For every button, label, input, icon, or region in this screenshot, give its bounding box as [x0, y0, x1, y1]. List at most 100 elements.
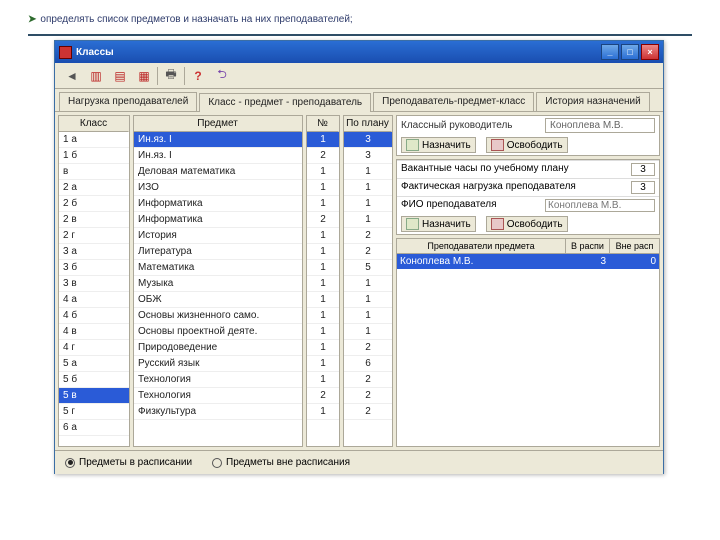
subject-plan: 6 [344, 356, 392, 372]
subject-row[interactable]: Информатика [134, 196, 302, 212]
assign-class-teacher-button[interactable]: Назначить [401, 137, 476, 153]
subject-row[interactable]: ИЗО [134, 180, 302, 196]
minimize-button[interactable]: _ [601, 44, 619, 60]
tab-2[interactable]: Преподаватель-предмет-класс [373, 92, 534, 111]
subject-num: 1 [307, 180, 339, 196]
class-row[interactable]: 4 б [59, 308, 129, 324]
toolbar: ◄ ▥ ▤ ▦ 🖶 ? ⮌ [55, 63, 663, 89]
doc3-icon[interactable]: ▦ [133, 65, 155, 87]
class-teacher-panel: Классный руководитель Коноплева М.В. Наз… [396, 115, 660, 156]
maximize-button[interactable]: □ [621, 44, 639, 60]
class-row[interactable]: 2 б [59, 196, 129, 212]
assign-teacher-button[interactable]: Назначить [401, 216, 476, 232]
radio-in-schedule[interactable]: Предметы в расписании [65, 457, 192, 468]
subject-num: 1 [307, 276, 339, 292]
bullet-check-icon: ➤ [28, 14, 36, 25]
subject-plan: 3 [344, 148, 392, 164]
subject-num: 1 [307, 292, 339, 308]
plan-column: По плану 331111225111126222 [343, 115, 393, 447]
tab-0[interactable]: Нагрузка преподавателей [59, 92, 197, 111]
app-icon [59, 46, 72, 59]
subject-num: 1 [307, 372, 339, 388]
class-row[interactable]: 1 а [59, 132, 129, 148]
doc-icon[interactable]: ▥ [85, 65, 107, 87]
back-icon[interactable]: ◄ [61, 65, 83, 87]
subject-row[interactable]: Русский язык [134, 356, 302, 372]
release-icon [491, 139, 504, 151]
subject-row[interactable]: Природоведение [134, 340, 302, 356]
class-row[interactable]: 5 в [59, 388, 129, 404]
print-icon[interactable]: 🖶 [160, 65, 182, 87]
subject-row[interactable]: История [134, 228, 302, 244]
fio-value: Коноплева М.В. [545, 199, 655, 212]
subject-plan: 1 [344, 276, 392, 292]
subject-num: 2 [307, 388, 339, 404]
subject-row[interactable]: Основы проектной деяте. [134, 324, 302, 340]
class-row[interactable]: 3 б [59, 260, 129, 276]
teachers-col-in: В распи [565, 239, 609, 253]
class-row[interactable]: 3 в [59, 276, 129, 292]
subject-row[interactable]: Музыка [134, 276, 302, 292]
class-row[interactable]: 4 г [59, 340, 129, 356]
subject-plan: 2 [344, 372, 392, 388]
subject-row[interactable]: Ин.яз. I [134, 132, 302, 148]
class-row[interactable]: 1 б [59, 148, 129, 164]
subject-column: Предмет Ин.яз. IИн.яз. IДеловая математи… [133, 115, 303, 447]
subject-num: 1 [307, 340, 339, 356]
subject-row[interactable]: ОБЖ [134, 292, 302, 308]
subject-row[interactable]: Деловая математика [134, 164, 302, 180]
subject-row[interactable]: Основы жизненного само. [134, 308, 302, 324]
subject-plan: 1 [344, 308, 392, 324]
class-row[interactable]: 5 б [59, 372, 129, 388]
class-row[interactable]: 2 г [59, 228, 129, 244]
subject-plan: 2 [344, 404, 392, 420]
actual-load-label: Фактическая нагрузка преподавателя [401, 181, 576, 194]
exit-icon[interactable]: ⮌ [211, 65, 233, 87]
subject-row[interactable]: Математика [134, 260, 302, 276]
class-row[interactable]: 4 в [59, 324, 129, 340]
doc2-icon[interactable]: ▤ [109, 65, 131, 87]
subject-row[interactable]: Технология [134, 388, 302, 404]
class-teacher-value: Коноплева М.В. [545, 118, 655, 133]
close-button[interactable]: × [641, 44, 659, 60]
tab-3[interactable]: История назначений [536, 92, 649, 111]
content-area: Класс 1 а1 бв2 а2 б2 в2 г3 а3 б3 в4 а4 б… [55, 112, 663, 450]
subject-num: 2 [307, 212, 339, 228]
subject-row[interactable]: Литература [134, 244, 302, 260]
subject-num: 1 [307, 228, 339, 244]
radio-out-schedule[interactable]: Предметы вне расписания [212, 457, 350, 468]
class-row[interactable]: 3 а [59, 244, 129, 260]
class-row[interactable]: 2 в [59, 212, 129, 228]
class-row[interactable]: 4 а [59, 292, 129, 308]
subject-row[interactable]: Информатика [134, 212, 302, 228]
class-row[interactable]: 2 а [59, 180, 129, 196]
toolbar-separator [184, 67, 185, 85]
subject-num: 1 [307, 308, 339, 324]
subject-row[interactable]: Технология [134, 372, 302, 388]
help-icon[interactable]: ? [187, 65, 209, 87]
file-icon [406, 139, 419, 151]
subject-plan: 1 [344, 180, 392, 196]
subject-plan: 2 [344, 228, 392, 244]
teachers-table: Преподаватели предмета В распи Вне расп … [396, 238, 660, 447]
class-column: Класс 1 а1 бв2 а2 б2 в2 г3 а3 б3 в4 а4 б… [58, 115, 130, 447]
release-class-teacher-button[interactable]: Освободить [486, 137, 568, 153]
teachers-col-out: Вне расп [609, 239, 659, 253]
subject-row[interactable]: Физкультура [134, 404, 302, 420]
subject-row[interactable]: Ин.яз. I [134, 148, 302, 164]
teacher-row[interactable]: Коноплева М.В.30 [397, 254, 659, 269]
class-row[interactable]: 5 а [59, 356, 129, 372]
toolbar-separator [157, 67, 158, 85]
subject-num: 1 [307, 196, 339, 212]
tab-1[interactable]: Класс - предмет - преподаватель [199, 93, 371, 112]
class-row[interactable]: 5 г [59, 404, 129, 420]
subject-plan: 2 [344, 244, 392, 260]
subject-plan: 1 [344, 292, 392, 308]
class-row[interactable]: в [59, 164, 129, 180]
heading-rule [28, 34, 692, 36]
subject-plan: 1 [344, 212, 392, 228]
teachers-col-name: Преподаватели предмета [397, 239, 565, 253]
release-teacher-button[interactable]: Освободить [486, 216, 568, 232]
class-row[interactable]: 6 а [59, 420, 129, 436]
title-bar: Классы _ □ × [55, 41, 663, 63]
